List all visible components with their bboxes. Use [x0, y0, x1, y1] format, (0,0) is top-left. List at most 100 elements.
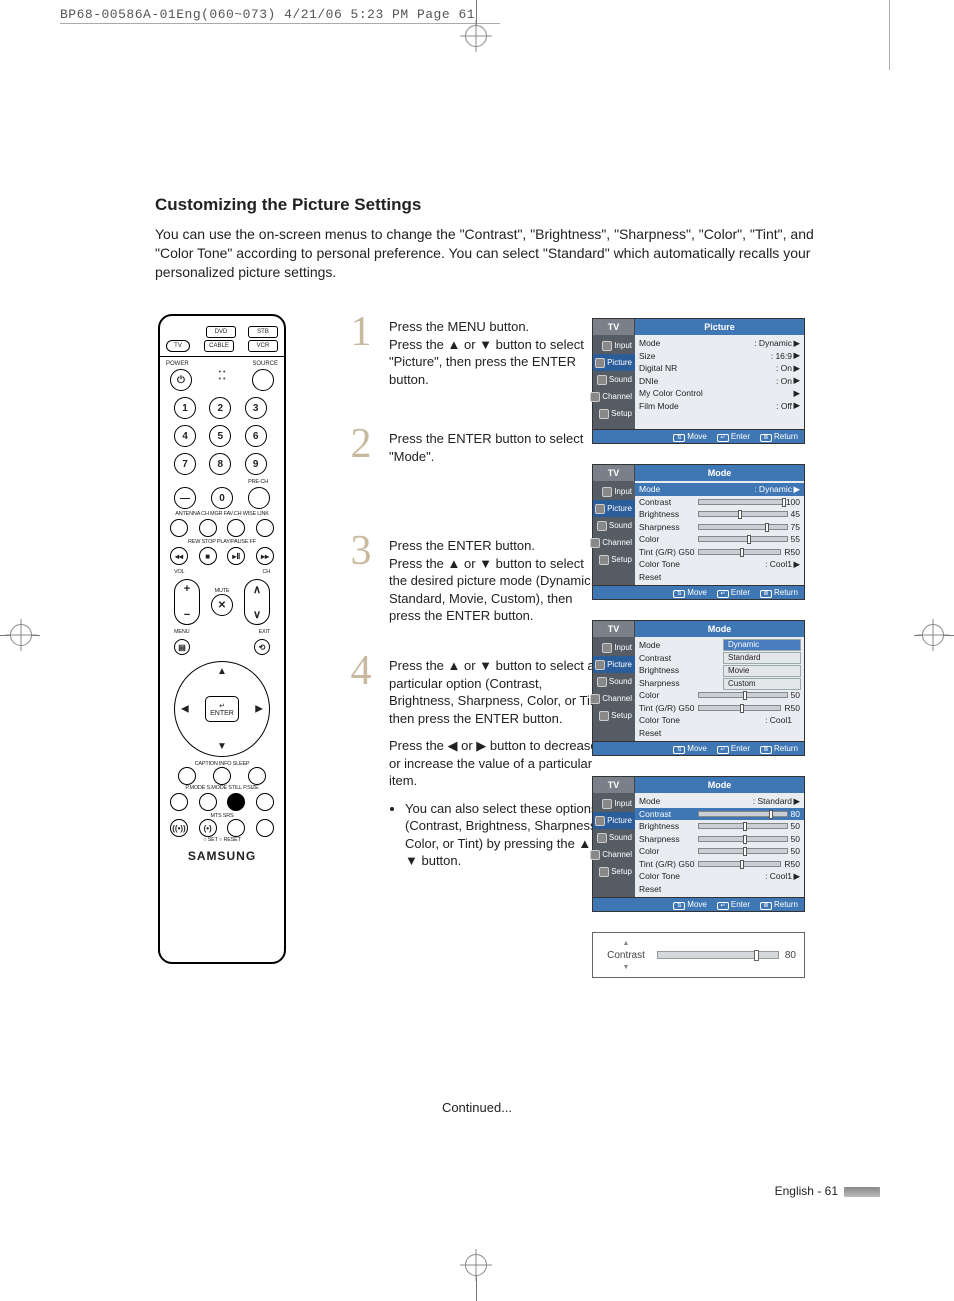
contrast-value: 80 [785, 950, 796, 961]
srs-button: (•) [199, 819, 217, 837]
mode-option: Dynamic [723, 639, 801, 651]
wiselink-button [256, 519, 274, 537]
osd-row: Color55 [639, 533, 800, 546]
num-5: 5 [209, 425, 231, 447]
osd-row: Mode: Standard▶ [639, 795, 800, 808]
ff-button: ▸▸ [256, 547, 274, 565]
num-1: 1 [174, 397, 196, 419]
osd-side-picture: Picture [593, 656, 635, 673]
osd-side-setup: Setup [593, 405, 635, 422]
right-arrow-icon: ▶ [255, 704, 263, 715]
osd-row: Brightness45 [639, 508, 800, 521]
osd-row: Sharpness50 [639, 833, 800, 846]
osd-row: Contrast100 [639, 496, 800, 509]
step-bullet: You can also select these options (Contr… [405, 800, 609, 870]
remote-vcr-button: VCR [248, 340, 278, 352]
extra-button-2 [256, 819, 274, 837]
osd-row: Size: 16:9▶ [639, 350, 800, 363]
osd-row: Reset [639, 727, 800, 740]
return-icon: Ⅲ [760, 590, 772, 598]
antenna-button [170, 519, 188, 537]
num-8: 8 [209, 453, 231, 475]
step-text-2: Press the ◀ or ▶ button to decrease or i… [389, 737, 609, 790]
contrast-bar [657, 951, 779, 959]
osd-row: Brightness50 [639, 820, 800, 833]
osd-footer: ⇅Move ↵Enter ⅢReturn [593, 429, 804, 443]
continued-text: Continued... [0, 1100, 954, 1115]
osd-row: Color Tone: Cool1▶ [639, 558, 800, 571]
pmode-button [170, 793, 188, 811]
enter-icon: ↵ [717, 902, 729, 910]
mts-button: ((•)) [170, 819, 188, 837]
mode-dropdown: DynamicStandardMovieCustom [723, 638, 801, 691]
num-3: 3 [245, 397, 267, 419]
stop-button: ■ [199, 547, 217, 565]
tint-bar [698, 705, 781, 711]
num-6: 6 [245, 425, 267, 447]
print-header: BP68-00586A-01Eng(060~073) 4/21/06 5:23 … [60, 7, 475, 22]
source-label: SOURCE [252, 361, 278, 367]
osd-side-channel: Channel [593, 534, 635, 551]
caption-button [178, 767, 196, 785]
prech-button [248, 487, 270, 509]
remote-dvd-button: DVD [206, 326, 236, 338]
osd-side-sound: Sound [593, 673, 635, 690]
num-0: 0 [211, 487, 233, 509]
slider-bar [698, 692, 788, 698]
osd-side-input: Input [593, 337, 635, 354]
osd-row: Sharpness75 [639, 521, 800, 534]
step-text: Press the ENTER button. Press the ▲ or ▼… [389, 537, 599, 625]
remote-tv-button: TV [166, 340, 190, 352]
contrast-label: Contrast [601, 950, 651, 961]
remote-cable-button: CABLE [204, 340, 234, 352]
step-text: Press the MENU button. Press the ▲ or ▼ … [389, 318, 599, 388]
osd-side-icon [595, 660, 605, 670]
osd-side-icon [599, 409, 609, 419]
contrast-adjust-box: Contrast 80 [592, 932, 805, 978]
registration-mark [465, 1254, 487, 1276]
osd-row: Mode: Dynamic▶ [635, 483, 804, 496]
slider-bar [698, 836, 788, 842]
osd-tv-label: TV [593, 621, 635, 637]
osd-title: Mode [635, 465, 804, 481]
move-icon: ⇅ [673, 902, 685, 910]
osd-side-icon [597, 375, 607, 385]
slider-bar [698, 848, 788, 854]
osd-side-setup: Setup [593, 707, 635, 724]
row-antenna-labels: ANTENNA CH MGR FAV.CH WISE LINK [166, 511, 278, 517]
power-button: ⏻ [170, 369, 192, 391]
osd-footer: ⇅Move ↵Enter ⅢReturn [593, 897, 804, 911]
num-7: 7 [174, 453, 196, 475]
down-arrow-icon: ▼ [217, 741, 227, 752]
step-text: Press the ENTER button to select "Mode". [389, 430, 599, 465]
mute-label: MUTE [211, 588, 233, 594]
osd-row: My Color Control▶ [639, 387, 800, 400]
move-icon: ⇅ [673, 434, 685, 442]
osd-side-input: Input [593, 639, 635, 656]
play-button: ▸Ⅱ [227, 547, 245, 565]
return-icon: Ⅲ [760, 434, 772, 442]
osd-tv-label: TV [593, 777, 635, 793]
osd-side-sound: Sound [593, 829, 635, 846]
step-text: Press the ▲ or ▼ button to select a part… [389, 657, 609, 727]
osd-side-setup: Setup [593, 863, 635, 880]
menu-button: ▤ [174, 639, 190, 655]
sleep-button [248, 767, 266, 785]
print-header-text: BP68-00586A-01Eng(060~073) 4/21/06 5:23 … [60, 7, 475, 22]
still-button [227, 793, 245, 811]
page-title: Customizing the Picture Settings [155, 195, 845, 215]
dash-button: — [174, 487, 196, 509]
osd-side-icon [595, 504, 605, 514]
osd-side-icon [597, 833, 607, 843]
osd-side-icon [590, 538, 600, 548]
page-footer: English - 61 [0, 1184, 880, 1198]
slider-bar [698, 536, 788, 542]
osd-title: Picture [635, 319, 804, 335]
osd-row: Tint (G/R) G50R50 [639, 546, 800, 559]
osd-row: Color Tone: Cool1▶ [639, 870, 800, 883]
osd-side-icon [602, 487, 612, 497]
osd-side-picture: Picture [593, 812, 635, 829]
num-2: 2 [209, 397, 231, 419]
num-9: 9 [245, 453, 267, 475]
vol-label: VOL [174, 569, 184, 575]
